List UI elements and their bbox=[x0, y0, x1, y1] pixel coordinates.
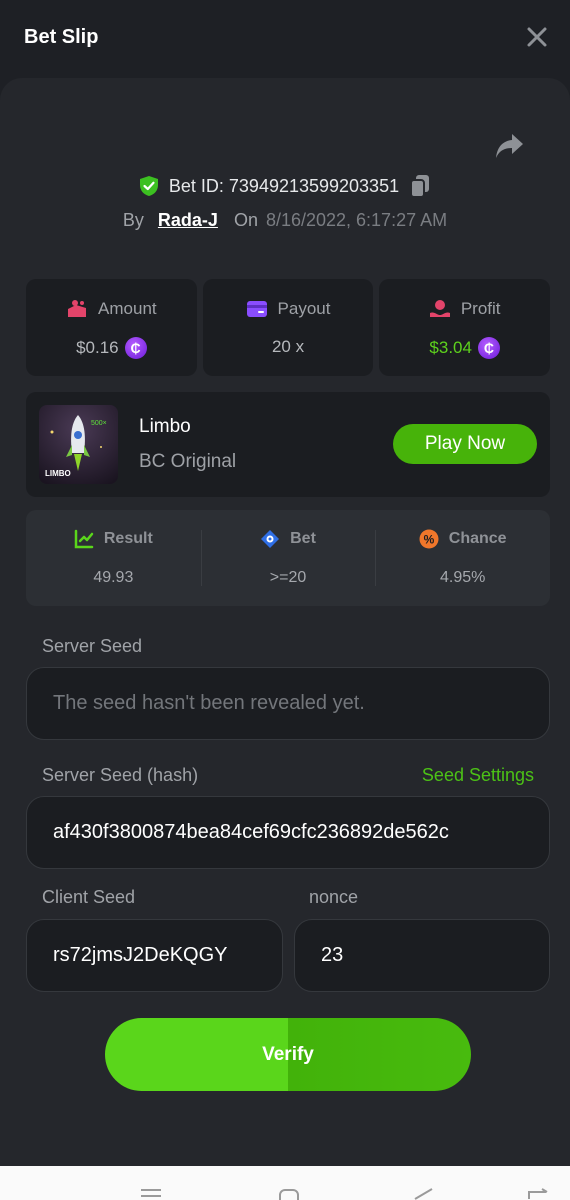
chance-column: % Chance 4.95% bbox=[375, 510, 550, 606]
wallet-icon bbox=[246, 301, 267, 317]
thumb-badge: 500× bbox=[91, 420, 107, 427]
payout-value: 20 x bbox=[271, 337, 305, 356]
bet-id-row: Bet ID: 73949213599203351 bbox=[0, 173, 570, 199]
amount-icon bbox=[68, 300, 87, 317]
result-value: 49.93 bbox=[93, 569, 134, 586]
chance-value: 4.95% bbox=[439, 569, 486, 586]
system-nav-bar bbox=[0, 1166, 570, 1200]
profit-value: $3.04 bbox=[429, 338, 472, 357]
client-seed-field[interactable]: rs72jmsJ2DeKQGY bbox=[26, 919, 283, 992]
bet-meta-row: By Rada-J On 8/16/2022, 6:17:27 AM bbox=[0, 207, 570, 233]
game-card: 500× LIMBO Limbo BC Original Play Now bbox=[26, 392, 550, 497]
chart-check-icon bbox=[74, 529, 94, 549]
server-seed-label: Server Seed bbox=[42, 636, 143, 656]
server-hash-label: Server Seed (hash) bbox=[42, 765, 199, 785]
stats-row: Amount $0.16 ₵ Payout 20 x Profit $3.04 … bbox=[26, 279, 551, 376]
home-icon[interactable] bbox=[278, 1188, 300, 1200]
bet-detail-panel bbox=[0, 78, 570, 1166]
bet-value: >=20 bbox=[269, 569, 307, 586]
profit-card: Profit $3.04 ₵ bbox=[379, 279, 551, 376]
bet-date: 8/16/2022, 6:17:27 AM bbox=[265, 209, 448, 230]
menu-icon[interactable] bbox=[140, 1188, 162, 1200]
amount-card: Amount $0.16 ₵ bbox=[26, 279, 197, 376]
result-card: Result 49.93 Bet >=20 % Chance 4.95% bbox=[26, 510, 550, 606]
copy-icon[interactable] bbox=[409, 174, 431, 198]
target-icon bbox=[261, 530, 280, 548]
server-seed-field[interactable]: The seed hasn't been revealed yet. bbox=[26, 667, 550, 740]
bet-label: Bet bbox=[290, 530, 316, 547]
game-subtitle: BC Original bbox=[139, 451, 237, 472]
bet-id: Bet ID: 73949213599203351 bbox=[168, 175, 400, 196]
result-label: Result bbox=[103, 530, 153, 547]
chance-label: Chance bbox=[448, 530, 507, 547]
thumb-text: LIMBO bbox=[45, 469, 71, 478]
user-link[interactable]: Rada-J bbox=[158, 210, 218, 231]
payout-label: Payout bbox=[277, 299, 331, 318]
on-label: On bbox=[233, 209, 258, 230]
coin-icon: ₵ bbox=[124, 337, 147, 359]
by-label: By bbox=[122, 209, 144, 230]
share-icon[interactable] bbox=[494, 132, 524, 160]
server-hash-field[interactable]: af430f3800874bea84cef69cfc236892de562c bbox=[26, 796, 550, 869]
amount-value: $0.16 bbox=[76, 338, 119, 357]
svg-text:%: % bbox=[423, 533, 434, 547]
bet-column: Bet >=20 bbox=[200, 510, 376, 606]
shield-check-icon bbox=[139, 176, 158, 196]
nonce-label: nonce bbox=[309, 887, 359, 907]
rocket-icon: 500× LIMBO bbox=[39, 405, 118, 484]
page-title: Bet Slip bbox=[24, 26, 99, 48]
play-now-button[interactable]: Play Now bbox=[393, 424, 537, 464]
client-seed-label: Client Seed bbox=[42, 887, 136, 907]
game-thumbnail[interactable]: 500× LIMBO bbox=[39, 405, 118, 484]
nonce-field[interactable]: 23 bbox=[294, 919, 550, 992]
close-icon[interactable] bbox=[526, 26, 548, 48]
rotate-icon[interactable] bbox=[526, 1188, 552, 1200]
payout-card: Payout 20 x bbox=[202, 279, 374, 376]
header: Bet Slip bbox=[0, 0, 570, 78]
back-icon[interactable] bbox=[412, 1188, 434, 1200]
seed-settings-link[interactable]: Seed Settings bbox=[422, 765, 534, 786]
verify-button[interactable]: Verify bbox=[105, 1018, 471, 1091]
amount-label: Amount bbox=[98, 299, 157, 318]
percent-icon: % bbox=[419, 529, 439, 549]
game-name: Limbo bbox=[139, 416, 191, 437]
profit-label: Profit bbox=[460, 299, 501, 318]
coin-icon: ₵ bbox=[477, 337, 500, 359]
result-column: Result 49.93 bbox=[26, 510, 201, 606]
profit-icon bbox=[429, 300, 450, 317]
